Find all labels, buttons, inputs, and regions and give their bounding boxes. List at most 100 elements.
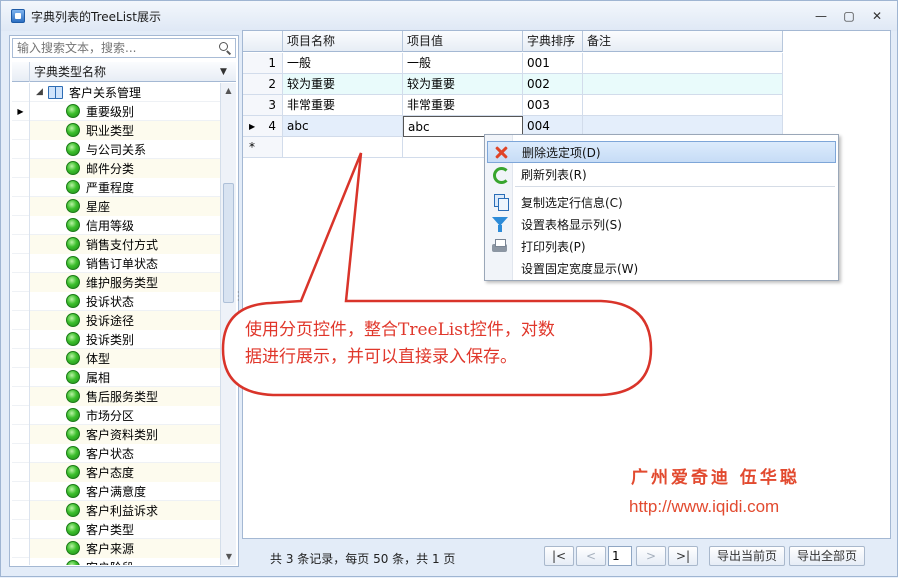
table-cell[interactable]: 较为重要 [403, 74, 523, 95]
tree-list: ◢ 客户关系管理 ▶ 重要级别职业类型与公司关系 邮件分类 严重程度星座 信用等级销售支… [12, 83, 220, 565]
table-row[interactable]: 1 一般 一般 001 [243, 53, 783, 74]
next-page-button[interactable]: > [636, 546, 666, 566]
first-page-button[interactable]: |< [544, 546, 574, 566]
minimize-button[interactable]: — [807, 7, 835, 25]
tree-node[interactable]: 客户阶段 [12, 557, 220, 565]
tree-node[interactable]: 客户类型 [12, 519, 220, 539]
tree-node[interactable]: 严重程度 [12, 177, 220, 197]
table-cell[interactable]: 非常重要 [403, 95, 523, 116]
page-number-input[interactable]: 1 [608, 546, 632, 566]
menu-item-copy[interactable]: 复制选定行信息(C) [487, 191, 836, 213]
close-button[interactable]: ✕ [863, 7, 891, 25]
green-circle-icon [66, 332, 80, 346]
search-input[interactable] [13, 39, 213, 57]
column-header-value[interactable]: 项目值 [403, 31, 523, 52]
table-cell[interactable]: 003 [523, 95, 583, 116]
tree-node[interactable]: 客户态度 [12, 462, 220, 482]
menu-item-refresh[interactable]: 刷新列表(R) [487, 163, 836, 185]
table-cell[interactable]: 非常重要 [283, 95, 403, 116]
green-circle-icon [66, 389, 80, 403]
green-circle-icon [66, 541, 80, 555]
table-row[interactable]: 3 非常重要 非常重要 003 [243, 95, 783, 116]
row-indicator-icon: ▶ [12, 101, 30, 121]
export-current-page-button[interactable]: 导出当前页 [709, 546, 785, 566]
table-cell[interactable] [583, 95, 783, 116]
copy-icon [487, 191, 513, 213]
tree-node-label: 销售订单状态 [86, 256, 159, 271]
tree-node[interactable]: 售后服务类型 [12, 386, 220, 406]
chevron-down-icon[interactable]: ▼ [220, 67, 236, 77]
table-cell[interactable] [583, 53, 783, 74]
tree-node[interactable]: 星座 [12, 196, 220, 216]
table-cell[interactable]: 较为重要 [283, 74, 403, 95]
maximize-button[interactable]: ▢ [835, 7, 863, 25]
menu-item-columns[interactable]: 设置表格显示列(S) [487, 213, 836, 235]
tree-node[interactable]: 体型 [12, 348, 220, 368]
splitter-handle[interactable]: · · · [237, 289, 241, 305]
green-circle-icon [66, 446, 80, 460]
table-cell[interactable]: 一般 [283, 53, 403, 74]
filter-icon [487, 213, 513, 235]
tree-node[interactable]: 属相 [12, 367, 220, 387]
tree-node[interactable]: 客户资料类别 [12, 424, 220, 444]
tree-column-header[interactable]: 字典类型名称 ▼ [12, 61, 236, 82]
scroll-down-icon[interactable]: ▼ [221, 549, 237, 565]
tree-node[interactable]: 投诉状态 [12, 291, 220, 311]
tree-node[interactable]: 投诉类别 [12, 329, 220, 349]
row-number-cell: 2 [243, 74, 283, 95]
search-icon[interactable] [218, 41, 232, 55]
table-cell[interactable]: abc [283, 116, 403, 137]
prev-page-button[interactable]: < [576, 546, 606, 566]
author-url: http://www.iqidi.com [629, 497, 780, 516]
tree-node[interactable]: 职业类型 [12, 120, 220, 140]
tree-node[interactable]: 客户满意度 [12, 481, 220, 501]
tree-node[interactable]: 维护服务类型 [12, 272, 220, 292]
tree-node[interactable]: 客户利益诉求 [12, 500, 220, 520]
scroll-thumb[interactable] [223, 183, 234, 303]
green-circle-icon [66, 351, 80, 365]
window-title: 字典列表的TreeList展示 [31, 9, 161, 24]
tree-node[interactable]: 客户来源 [12, 538, 220, 558]
column-header-sort[interactable]: 字典排序 [523, 31, 583, 52]
column-header-note[interactable]: 备注 [583, 31, 783, 52]
table-row[interactable]: 2 较为重要 较为重要 002 [243, 74, 783, 95]
tree-node[interactable]: 与公司关系 [12, 139, 220, 159]
tree-node[interactable]: 市场分区 [12, 405, 220, 425]
tree-scrollbar[interactable]: ▲ ▼ [220, 83, 236, 565]
tree-node[interactable]: 销售订单状态 [12, 253, 220, 273]
tree-node-label: 销售支付方式 [86, 237, 159, 252]
menu-item-print[interactable]: 打印列表(P) [487, 235, 836, 257]
scroll-up-icon[interactable]: ▲ [221, 83, 236, 99]
tree-node-label: 售后服务类型 [86, 389, 159, 404]
tree-node-label: 客户类型 [86, 522, 135, 537]
green-circle-icon [66, 275, 80, 289]
tree-root-node[interactable]: ◢ 客户关系管理 [12, 83, 220, 102]
tree-node[interactable]: ▶ 重要级别 [12, 101, 220, 121]
table-cell[interactable]: 002 [523, 74, 583, 95]
tree-node[interactable]: 投诉途径 [12, 310, 220, 330]
refresh-icon [487, 163, 513, 185]
tree-node-label: 重要级别 [86, 104, 135, 119]
tree-node-label: 职业类型 [86, 123, 135, 138]
last-page-button[interactable]: >| [668, 546, 698, 566]
tree-node-label: 星座 [86, 199, 111, 214]
tree-node[interactable]: 信用等级 [12, 215, 220, 235]
title-bar: 字典列表的TreeList展示 — ▢ ✕ [1, 1, 897, 31]
tree-node[interactable]: 销售支付方式 [12, 234, 220, 254]
main-window: 字典列表的TreeList展示 — ▢ ✕ 字典类型名称 ▼ ◢ 客户关系 [0, 0, 898, 577]
row-number-header [243, 31, 283, 52]
menu-item-fixed-width[interactable]: 设置固定宽度显示(W) [487, 257, 836, 279]
table-cell[interactable]: 001 [523, 53, 583, 74]
tree-node-label: 体型 [86, 351, 111, 366]
tree-node-label: 客户满意度 [86, 484, 147, 499]
collapse-icon[interactable]: ◢ [36, 87, 48, 97]
table-cell[interactable]: 一般 [403, 53, 523, 74]
menu-item-delete[interactable]: 删除选定项(D) [487, 141, 836, 163]
export-all-pages-button[interactable]: 导出全部页 [789, 546, 865, 566]
tree-node[interactable]: 客户状态 [12, 443, 220, 463]
column-header-name[interactable]: 项目名称 [283, 31, 403, 52]
table-cell[interactable] [283, 137, 403, 158]
tree-node[interactable]: 邮件分类 [12, 158, 220, 178]
table-cell[interactable] [583, 74, 783, 95]
tree-node-label: 与公司关系 [86, 142, 147, 157]
